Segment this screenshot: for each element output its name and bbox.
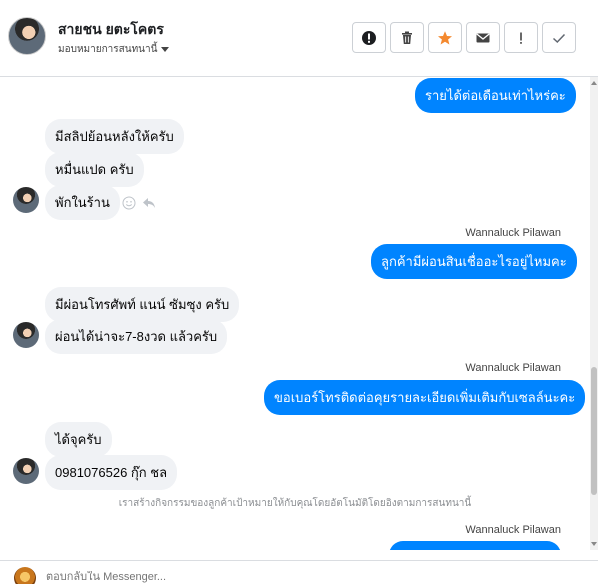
message-bubble-incoming[interactable]: หมื่นแปด ครับ	[45, 152, 144, 187]
page-avatar	[14, 567, 36, 584]
reply-icon[interactable]	[142, 196, 156, 210]
reply-input[interactable]	[46, 571, 446, 583]
scroll-up-icon[interactable]	[591, 81, 597, 85]
star-icon	[438, 30, 452, 44]
message-bubble-incoming[interactable]: มีสลิปย้อนหลังให้ครับ	[45, 119, 184, 154]
mark-done-button[interactable]	[542, 22, 576, 53]
contact-name[interactable]: สายชน ยตะโคตร	[58, 19, 164, 41]
thread-scrollbar[interactable]	[590, 77, 598, 550]
message-bubble-outgoing[interactable]: ขอเบอร์โทรติดต่อคุยรายละเอียดเพิ่มเติมกั…	[264, 380, 586, 415]
sender-name: Wannaluck Pilawan	[465, 362, 561, 374]
delete-button[interactable]	[390, 22, 424, 53]
mark-unread-button[interactable]	[466, 22, 500, 53]
contact-avatar-small[interactable]	[13, 322, 39, 348]
mark-spam-button[interactable]	[352, 22, 386, 53]
scroll-down-icon[interactable]	[591, 542, 597, 546]
reply-composer	[0, 560, 598, 584]
message-bubble-outgoing[interactable]: รายได้ต่อเดือนเท่าไหร่คะ	[415, 78, 576, 113]
assign-conversation-dropdown[interactable]: มอบหมายการสนทนานี้	[58, 42, 170, 57]
spam-icon	[362, 30, 376, 45]
check-icon	[552, 33, 566, 43]
trash-icon	[402, 31, 412, 44]
message-bubble-incoming[interactable]: ได้จุครับ	[45, 422, 112, 457]
contact-avatar-small[interactable]	[13, 187, 39, 213]
action-toolbar	[352, 22, 576, 53]
message-bubble-incoming[interactable]: 0981076526 กุ๊ก ชล	[45, 455, 178, 490]
message-bubble-outgoing[interactable]	[389, 541, 561, 550]
conversation-header: สายชน ยตะโคตร มอบหมายการสนทนานี้	[0, 0, 598, 77]
system-notice: เราสร้างกิจกรรมของลูกค้าเป้าหมายให้กับคุ…	[118, 498, 472, 509]
exclamation-icon	[520, 32, 522, 44]
message-thread[interactable]: รายได้ต่อเดือนเท่าไหร่คะ มีสลิปย้อนหลังใ…	[0, 77, 590, 550]
follow-up-button[interactable]	[504, 22, 538, 53]
message-bubble-incoming[interactable]: พักในร้าน	[45, 185, 120, 220]
message-actions	[122, 196, 156, 210]
message-bubble-incoming[interactable]: ผ่อนได้น่าจะ7-8งวด แล้วครับ	[45, 319, 228, 354]
sender-name: Wannaluck Pilawan	[465, 524, 561, 536]
contact-avatar-small[interactable]	[13, 458, 39, 484]
scrollbar-thumb[interactable]	[591, 367, 597, 495]
contact-avatar[interactable]	[8, 17, 46, 55]
sender-name: Wannaluck Pilawan	[465, 227, 561, 239]
message-bubble-outgoing[interactable]: ลูกค้ามีผ่อนสินเชื่ออะไรอยู่ไหมคะ	[371, 244, 577, 279]
caret-down-icon	[161, 47, 170, 52]
assign-label: มอบหมายการสนทนานี้	[58, 44, 158, 55]
smiley-icon[interactable]	[122, 196, 136, 210]
mail-icon	[476, 32, 490, 42]
message-bubble-incoming[interactable]: มีผ่อนโทรศัพท์ แนน์ ซัมซุง ครับ	[45, 287, 240, 322]
star-button[interactable]	[428, 22, 462, 53]
